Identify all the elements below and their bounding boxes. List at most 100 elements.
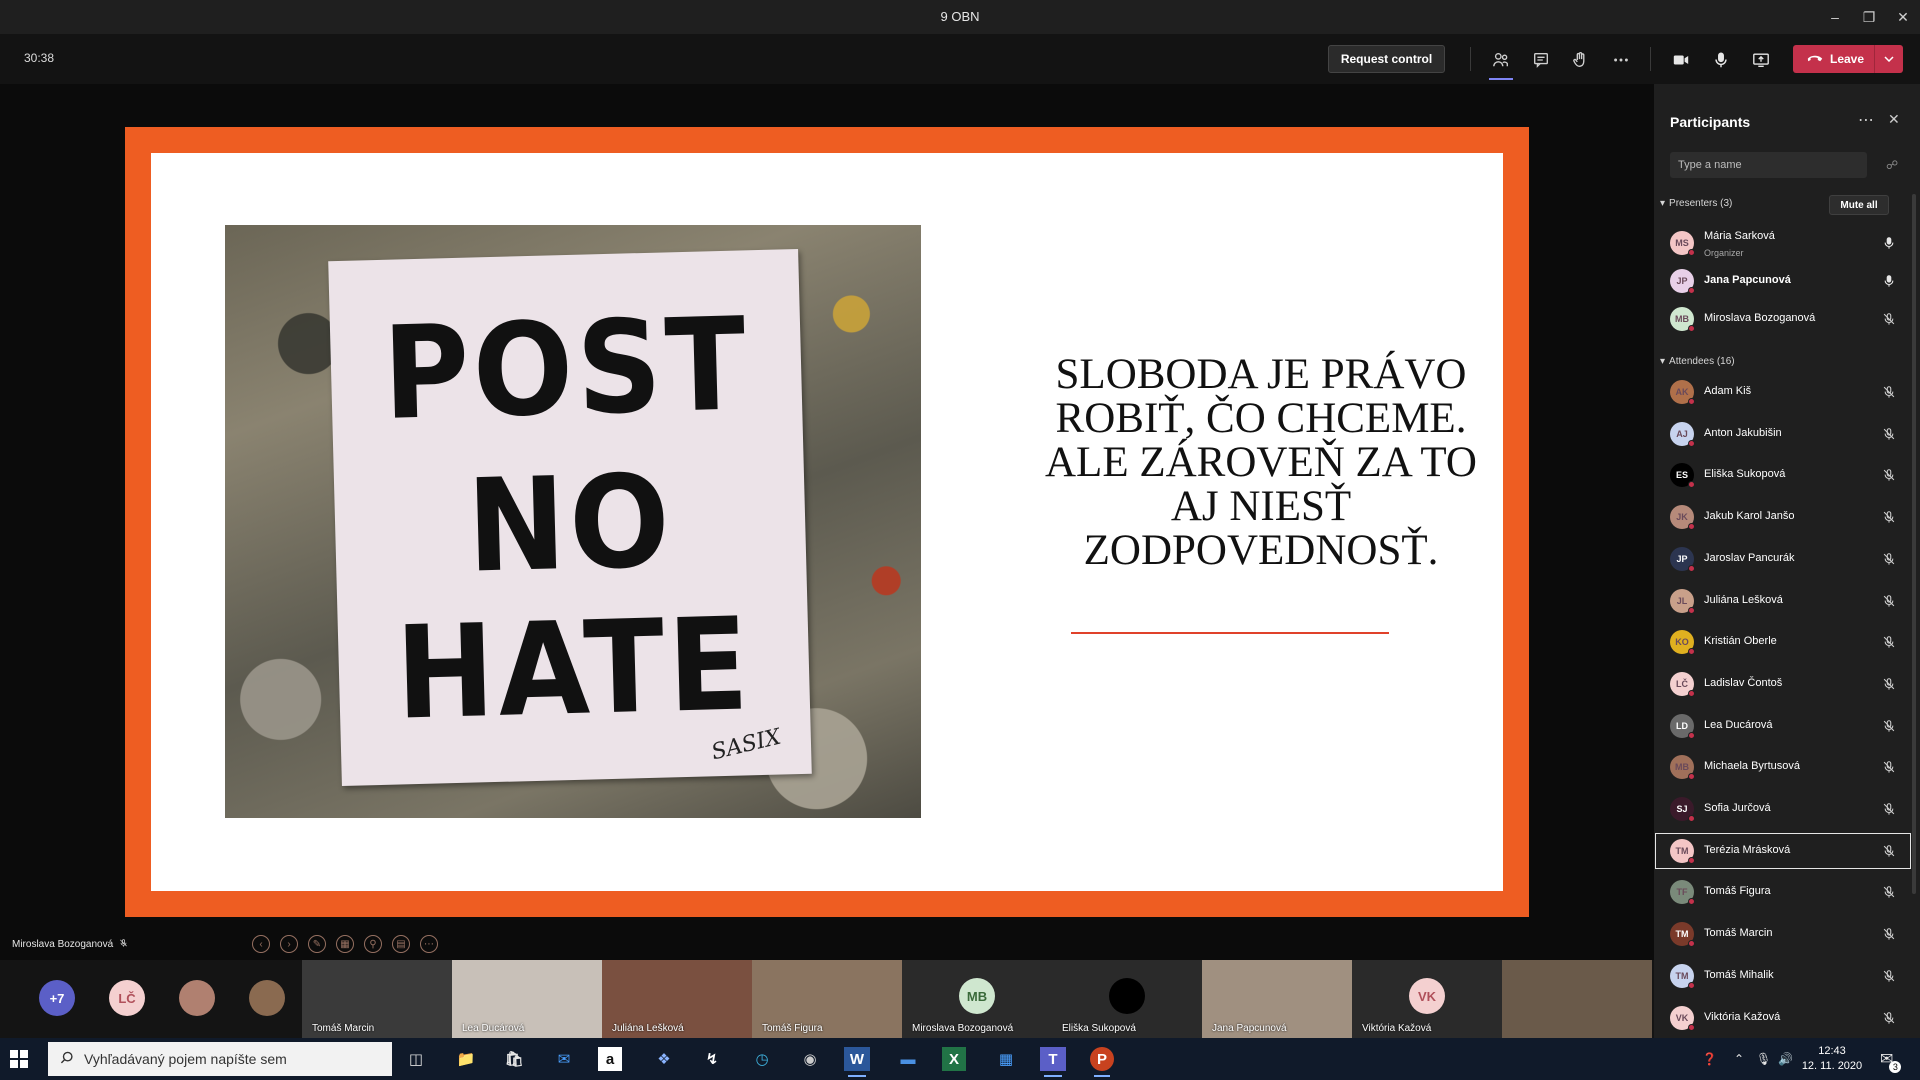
participant-row[interactable]: SJ Sofia Jurčová [1654,790,1912,828]
video-tile[interactable]: Jana Papcunová [1202,960,1352,1038]
participant-row[interactable]: AJ Anton Jakubišin [1654,415,1912,453]
participant-row[interactable]: LČ Ladislav Čontoš [1654,665,1912,703]
video-tile[interactable]: Juliána Lešková [602,960,752,1038]
excel-icon[interactable]: X [942,1047,966,1071]
edge-icon[interactable]: ◷ [746,1044,778,1074]
chrome-icon[interactable]: ◉ [794,1044,826,1074]
more-participants-badge[interactable]: +7 [39,980,75,1016]
video-tile[interactable]: VK Viktória Kažová [1352,960,1502,1038]
participant-row[interactable]: MS Mária Sarková Organizer [1654,224,1912,262]
zoom-icon[interactable]: ⚲ [364,935,382,953]
previous-slide-icon[interactable]: ‹ [252,935,270,953]
participant-row[interactable]: TM Tomáš Marcin [1654,915,1912,953]
next-slide-icon[interactable]: › [280,935,298,953]
word-icon[interactable]: W [844,1047,870,1077]
participant-row[interactable]: TM Tomáš Mihalik [1654,957,1912,995]
avatar: ES [1670,463,1695,489]
task-view-icon[interactable]: ◫ [400,1044,432,1074]
participant-row[interactable]: VK Viktória Kažová [1654,999,1912,1037]
participant-avatar[interactable] [179,980,215,1016]
participant-avatar[interactable] [249,980,285,1016]
copy-link-icon[interactable]: ☍ [1886,158,1898,172]
chat-icon[interactable] [1528,47,1554,73]
windows-start-icon[interactable] [10,1050,28,1068]
participant-row[interactable]: JL Juliána Lešková [1654,582,1912,620]
participant-row[interactable]: LD Lea Ducárová [1654,707,1912,745]
status-badge [1688,898,1695,906]
participant-row[interactable]: JK Jakub Karol Janšo [1654,498,1912,536]
request-control-button[interactable]: Request control [1328,45,1445,73]
toolbar-divider [1650,47,1651,71]
slides-grid-icon[interactable]: ▦ [336,935,354,953]
amazon-icon[interactable]: a [598,1047,622,1071]
more-slide-options-icon[interactable]: ⋯ [420,935,438,953]
chevron-down-icon[interactable] [1875,56,1903,62]
search-icon [60,1051,74,1068]
leave-main[interactable]: Leave [1793,45,1875,73]
raise-hand-icon[interactable] [1567,47,1593,73]
minimize-icon[interactable]: – [1818,0,1852,34]
leave-button[interactable]: Leave [1793,45,1903,73]
show-hidden-icons-icon[interactable]: ⌃ [1734,1038,1744,1080]
video-tile[interactable]: Lea Ducárová [452,960,602,1038]
participants-icon[interactable] [1488,47,1514,80]
dropbox-icon[interactable]: ❖ [648,1044,680,1074]
panel-scrollbar[interactable] [1912,194,1916,894]
participant-row[interactable]: MB Miroslava Bozoganová [1654,300,1912,338]
tray-microphone-icon[interactable]: 🎙 [1756,1038,1771,1080]
mute-all-button[interactable]: Mute all [1829,195,1889,215]
mic-muted-icon [1882,802,1896,816]
attendees-section-toggle[interactable]: ▾ Attendees (16) [1660,356,1735,367]
close-window-icon[interactable]: ✕ [1886,0,1920,34]
microphone-icon[interactable] [1708,47,1734,73]
maximize-icon[interactable]: ❐ [1852,0,1886,34]
teams-icon[interactable]: T [1040,1047,1066,1077]
taskbar-search-box[interactable]: Vyhľadávaný pojem napíšte sem [48,1042,392,1076]
taskbar-clock[interactable]: 12:43 12. 11. 2020 [1800,1044,1864,1074]
presenters-header: Presenters (3) [1669,198,1733,209]
participant-row[interactable]: TF Tomáš Figura [1654,873,1912,911]
pen-icon[interactable]: ✎ [308,935,326,953]
participant-name: Terézia Mrásková [1704,843,1791,856]
status-badge [1688,439,1695,447]
notifications-icon[interactable]: ✉ 3 [1880,1038,1902,1080]
file-explorer-icon[interactable]: 📁 [450,1044,482,1074]
photos-icon[interactable]: ▦ [990,1044,1022,1074]
avatar-initials: SJ [1676,804,1688,814]
video-tile[interactable] [1502,960,1652,1038]
video-tile[interactable]: Tomáš Marcin [302,960,452,1038]
participant-row[interactable]: MB Michaela Byrtusová [1654,748,1912,786]
subtitles-icon[interactable]: ▤ [392,935,410,953]
camera-icon[interactable] [1668,47,1694,73]
mail-icon[interactable]: ✉ [548,1044,580,1074]
video-tile[interactable]: Eliška Sukopová [1052,960,1202,1038]
participant-row[interactable]: AK Adam Kiš [1654,373,1912,411]
participant-row[interactable]: ES Eliška Sukopová [1654,456,1912,494]
video-tile[interactable]: MB Miroslava Bozoganová [902,960,1052,1038]
participant-row[interactable]: TM Terézia Mrásková [1654,832,1912,870]
participant-row[interactable]: JP Jaroslav Pancurák [1654,540,1912,578]
more-options-icon[interactable]: ⋯ [1858,110,1875,130]
participant-row[interactable]: JP Jana Papcunová [1654,262,1912,300]
volume-icon[interactable]: 🔊 [1778,1038,1793,1080]
share-screen-icon[interactable] [1748,47,1774,73]
avatar: VK [1409,978,1445,1014]
participant-search-input[interactable] [1670,152,1867,178]
quote-underline [1071,632,1389,634]
help-icon[interactable]: ❓ [1702,1038,1717,1080]
more-actions-icon[interactable] [1608,47,1634,73]
powerpoint-icon[interactable]: P [1090,1047,1114,1077]
participant-row[interactable]: KO Kristián Oberle [1654,623,1912,661]
presenters-section-toggle[interactable]: ▾ Presenters (3) [1660,198,1732,209]
participant-name: Sofia Jurčová [1704,802,1771,814]
mic-muted-icon [1882,312,1896,326]
status-badge [1688,856,1695,864]
close-icon[interactable]: ✕ [1888,111,1900,128]
bolt-app-icon[interactable]: ↯ [696,1044,728,1074]
document-app-icon[interactable]: ▬ [892,1044,924,1074]
video-tile[interactable]: Tomáš Figura [752,960,902,1038]
phone-hangup-icon [1807,52,1823,66]
participant-avatar[interactable]: LČ [109,980,145,1016]
store-icon[interactable]: 🛍 [498,1044,530,1074]
avatar-initials: JL [1676,595,1688,606]
